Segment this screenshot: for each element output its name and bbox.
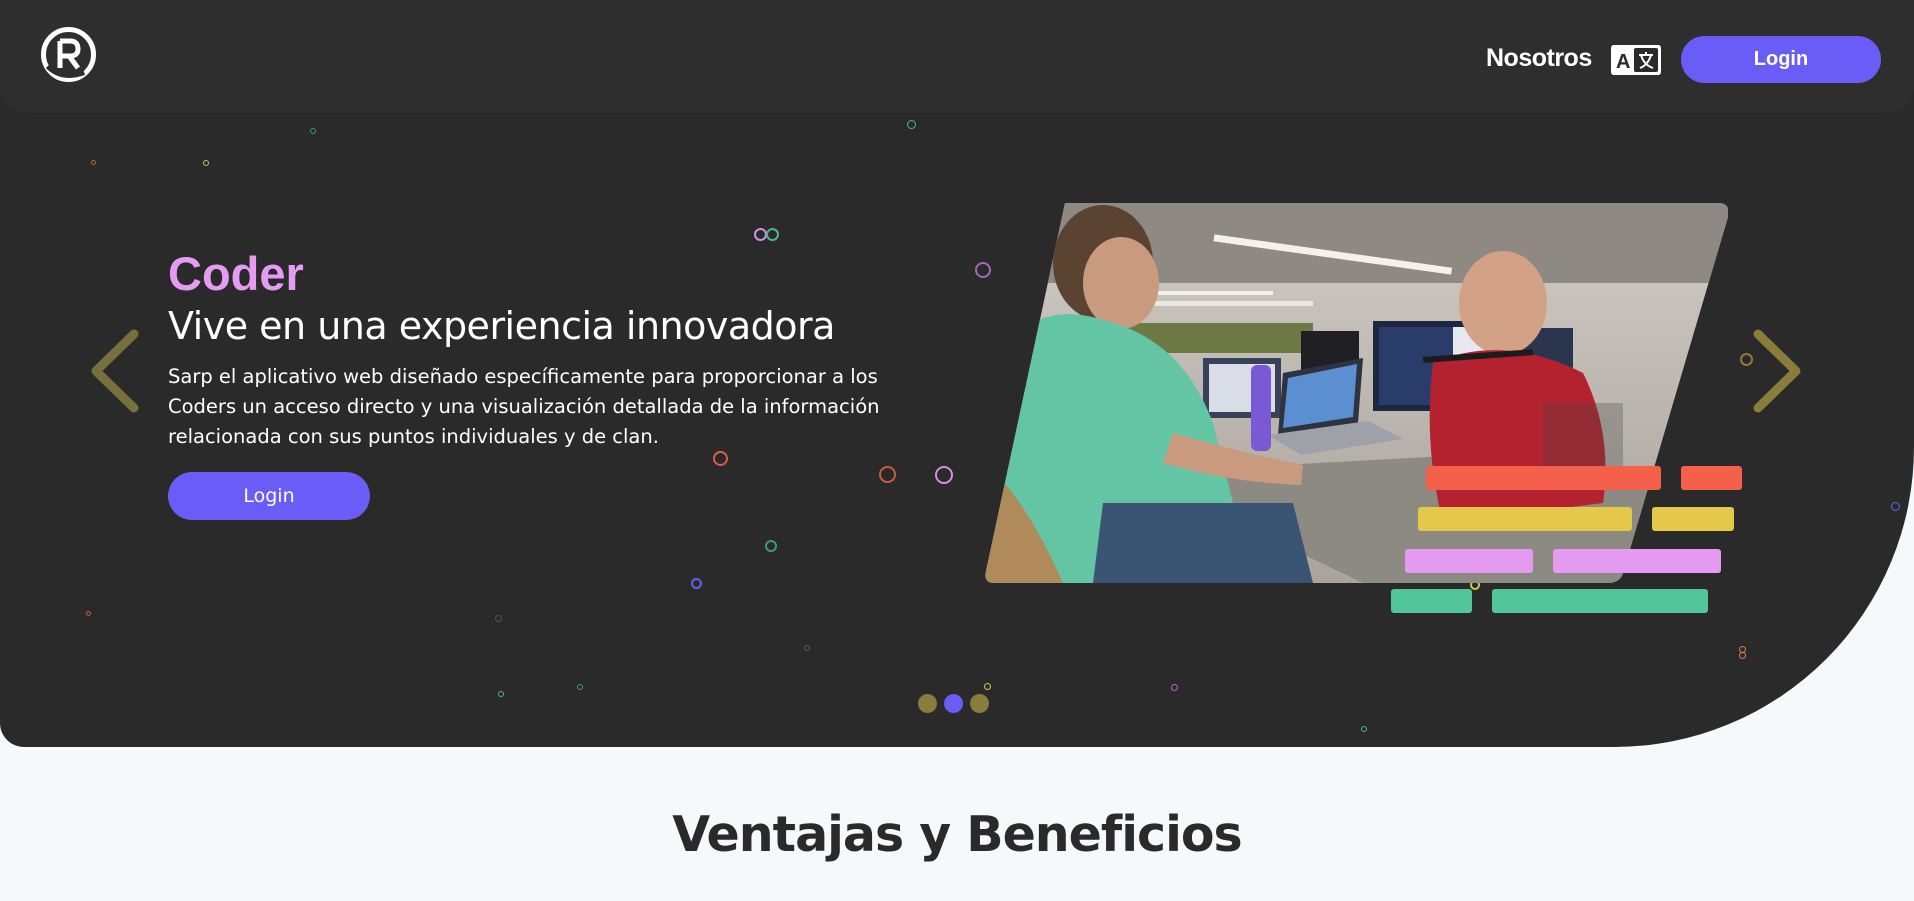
- bubble-decoration: [310, 128, 316, 134]
- bubble-decoration: [766, 228, 779, 241]
- bubble-decoration: [804, 645, 810, 651]
- carousel-dot-active[interactable]: [944, 694, 963, 713]
- code-bar: [1418, 507, 1632, 531]
- navbar: Nosotros A Login: [0, 0, 1914, 113]
- chevron-right-icon[interactable]: [1746, 326, 1806, 416]
- bubble-decoration: [1739, 652, 1746, 659]
- bubble-decoration: [907, 120, 916, 129]
- code-bar: [1391, 589, 1472, 613]
- code-bar: [1652, 507, 1734, 531]
- code-bar: [1405, 549, 1533, 573]
- bubble-decoration: [1171, 684, 1178, 691]
- bubble-decoration: [984, 683, 991, 690]
- hero-login-button[interactable]: Login: [168, 472, 370, 520]
- bubble-decoration: [498, 691, 504, 697]
- bubble-decoration: [935, 466, 953, 484]
- hero-eyebrow: Coder: [168, 247, 304, 300]
- code-bar: [1492, 589, 1708, 613]
- code-bar: [1426, 466, 1661, 490]
- section-title: Ventajas y Beneficios: [672, 806, 1242, 863]
- chevron-left-icon[interactable]: [86, 326, 146, 416]
- hero-description: Sarp el aplicativo web diseñado específi…: [168, 365, 880, 448]
- bubble-decoration: [765, 540, 777, 552]
- carousel-dot[interactable]: [918, 694, 937, 713]
- bubble-decoration: [495, 615, 502, 622]
- hero-headline: Vive en una experiencia innovadora: [168, 304, 835, 348]
- nav-link-nosotros[interactable]: Nosotros: [1486, 44, 1592, 73]
- carousel-dot[interactable]: [970, 694, 989, 713]
- bubble-decoration: [879, 466, 896, 483]
- svg-text:A: A: [1616, 51, 1630, 73]
- logo-icon[interactable]: [40, 26, 97, 83]
- bubble-decoration: [713, 451, 728, 466]
- bubble-decoration: [91, 160, 96, 165]
- code-bar: [1553, 549, 1721, 573]
- login-button[interactable]: Login: [1681, 36, 1881, 83]
- bubble-decoration: [86, 611, 91, 616]
- bubble-decoration: [691, 578, 702, 589]
- bubble-decoration: [203, 160, 209, 166]
- code-bar: [1681, 466, 1742, 490]
- translate-icon[interactable]: A: [1611, 45, 1661, 75]
- bubble-decoration: [1891, 502, 1900, 511]
- bubble-decoration: [1361, 726, 1367, 732]
- bubble-decoration: [577, 684, 583, 690]
